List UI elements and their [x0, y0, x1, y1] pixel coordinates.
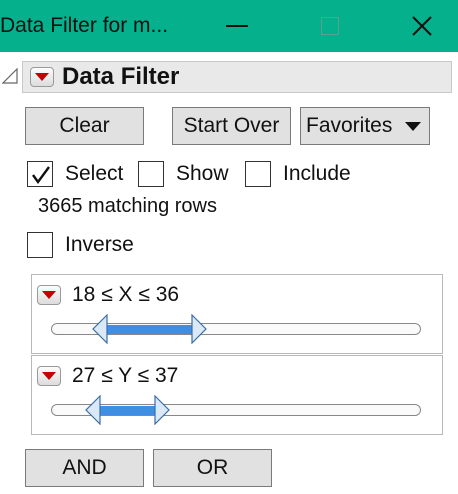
show-label: Show [176, 162, 229, 185]
matching-rows-count: 3665 matching rows [38, 195, 217, 217]
checkmark-icon [32, 166, 50, 185]
select-checkbox[interactable] [27, 161, 53, 187]
y-slider-min-handle[interactable] [84, 395, 101, 425]
include-checkbox[interactable] [245, 161, 271, 187]
include-checkbox-row[interactable]: Include [245, 160, 351, 188]
clear-button[interactable]: Clear [25, 107, 144, 145]
close-button[interactable] [394, 0, 450, 52]
inverse-checkbox-row[interactable]: Inverse [27, 231, 134, 259]
minimize-icon [226, 25, 248, 27]
include-label: Include [283, 162, 351, 185]
inverse-label: Inverse [65, 233, 134, 256]
x-slider-min-handle[interactable] [92, 314, 108, 344]
show-checkbox-row[interactable]: Show [138, 160, 229, 188]
show-checkbox[interactable] [138, 161, 164, 187]
y-range-slider[interactable] [51, 395, 421, 425]
title-bar[interactable]: Data Filter for m... [0, 0, 458, 52]
disclosure-triangle-icon[interactable] [2, 68, 18, 84]
favorites-label: Favorites [306, 114, 393, 137]
x-range-label: 18 ≤ X ≤ 36 [72, 283, 180, 306]
x-slider-max-handle[interactable] [191, 314, 207, 344]
and-button[interactable]: AND [25, 449, 144, 487]
select-checkbox-row[interactable]: Select [27, 160, 123, 188]
inverse-checkbox[interactable] [27, 232, 53, 258]
red-triangle-menu-icon [42, 372, 56, 380]
minimize-button[interactable] [209, 0, 265, 52]
or-button[interactable]: OR [153, 449, 272, 487]
start-over-button[interactable]: Start Over [172, 107, 291, 145]
dropdown-arrow-icon [405, 122, 421, 131]
x-slider-selected-range [107, 325, 192, 334]
header-menu-button[interactable] [30, 67, 54, 87]
y-range-filter: 27 ≤ Y ≤ 37 [31, 355, 443, 435]
red-triangle-menu-icon [42, 291, 56, 299]
data-filter-header: Data Filter [22, 61, 452, 93]
red-triangle-menu-icon [35, 73, 49, 81]
maximize-icon [321, 17, 339, 35]
y-slider-selected-range [99, 406, 156, 415]
favorites-dropdown[interactable]: Favorites [300, 107, 430, 145]
maximize-button[interactable] [302, 0, 358, 52]
select-label: Select [65, 162, 124, 185]
close-icon [412, 16, 432, 36]
x-filter-menu-button[interactable] [37, 285, 61, 305]
x-range-slider[interactable] [51, 314, 421, 344]
y-filter-menu-button[interactable] [37, 366, 61, 386]
y-range-label: 27 ≤ Y ≤ 37 [72, 364, 179, 387]
window-title: Data Filter for m... [0, 14, 169, 37]
y-slider-max-handle[interactable] [154, 395, 170, 425]
header-title: Data Filter [62, 63, 180, 90]
x-range-filter: 18 ≤ X ≤ 36 [31, 274, 443, 354]
